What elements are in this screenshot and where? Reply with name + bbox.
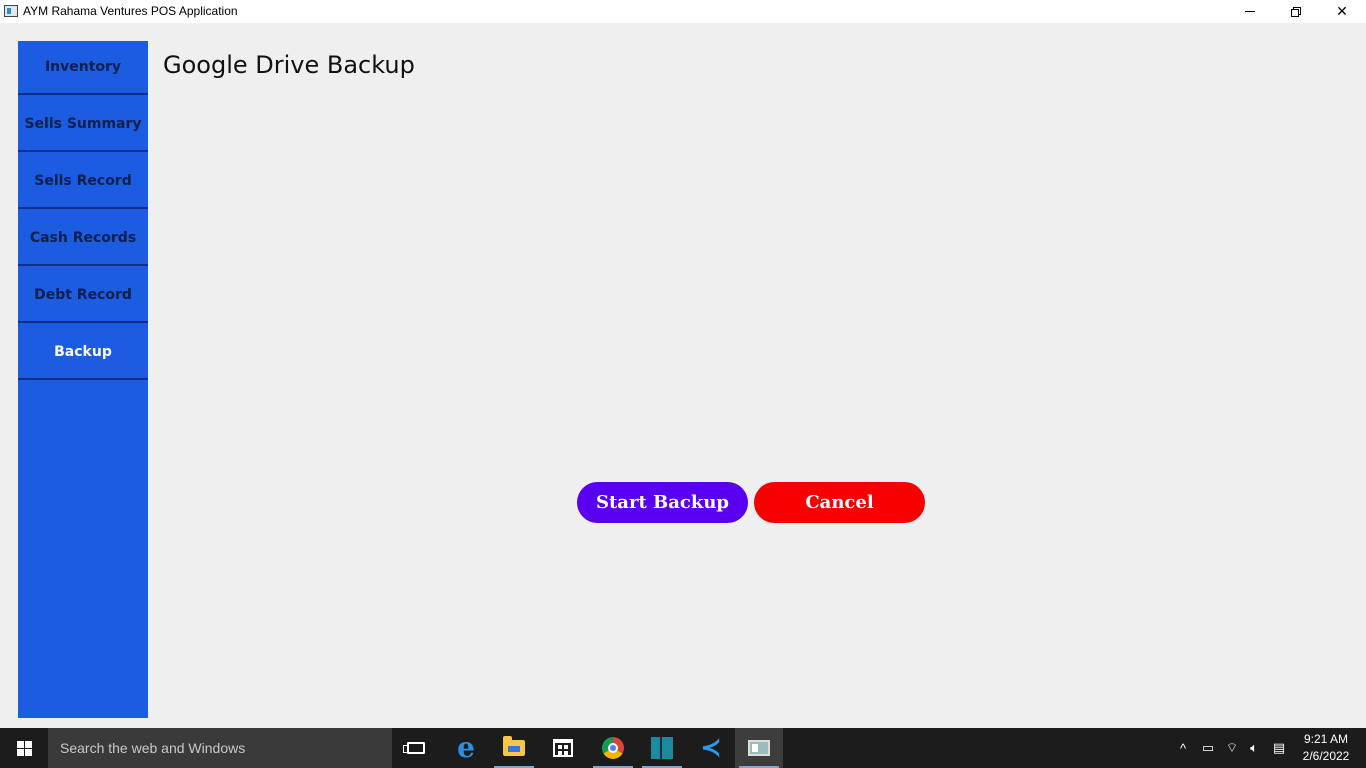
app-window-icon (4, 5, 18, 17)
speaker-icon: 🔈︎ (1250, 740, 1258, 755)
cancel-button[interactable]: Cancel (754, 482, 925, 523)
file-explorer-icon (503, 736, 525, 756)
minimize-icon (1245, 11, 1255, 12)
pos-app-icon (748, 740, 770, 756)
pos-app-button[interactable] (735, 728, 783, 768)
clock-date: 2/6/2022 (1302, 749, 1350, 763)
edge-button[interactable]: e (442, 728, 490, 768)
chrome-icon (602, 737, 624, 759)
sidebar-item-backup[interactable]: Backup (18, 326, 148, 380)
chevron-up-icon: ^ (1179, 740, 1187, 756)
action-center-button[interactable]: ▤ (1269, 728, 1289, 768)
file-explorer-button[interactable] (490, 728, 538, 768)
sidebar-item-cash-records[interactable]: Cash Records (18, 212, 148, 266)
sidebar-item-sells-record[interactable]: Sells Record (18, 155, 148, 209)
edge-icon: e (457, 731, 475, 764)
taskbar-clock[interactable]: 9:21 AM 2/6/2022 (1298, 731, 1354, 765)
vscode-button[interactable]: ≺ (687, 728, 735, 768)
app-client-area: Inventory Sells Summary Sells Record Cas… (0, 23, 1366, 728)
title-bar: AYM Rahama Ventures POS Application ✕ (0, 0, 1366, 23)
sidebar-item-inventory[interactable]: Inventory (18, 41, 148, 95)
window-title: AYM Rahama Ventures POS Application (23, 4, 238, 18)
restore-icon (1291, 6, 1301, 17)
sidebar: Inventory Sells Summary Sells Record Cas… (18, 41, 148, 718)
close-button[interactable]: ✕ (1319, 0, 1365, 23)
task-view-icon (403, 742, 425, 754)
sidebar-item-debt-record[interactable]: Debt Record (18, 269, 148, 323)
page-title: Google Drive Backup (163, 51, 415, 79)
battery-icon: ▭ (1201, 740, 1215, 755)
network-button[interactable]: ⌔ (1222, 728, 1242, 768)
show-hidden-icons-button[interactable]: ^ (1174, 728, 1192, 768)
sidebar-item-sells-summary[interactable]: Sells Summary (18, 98, 148, 152)
volume-button[interactable]: 🔈︎ (1245, 728, 1263, 768)
restore-button[interactable] (1273, 0, 1319, 23)
vscode-icon: ≺ (700, 733, 722, 763)
store-icon (553, 739, 573, 757)
task-view-button[interactable] (392, 728, 440, 768)
store-button[interactable] (539, 728, 587, 768)
battery-button[interactable]: ▭ (1198, 728, 1218, 768)
start-backup-button[interactable]: Start Backup (577, 482, 748, 523)
windows-start-icon (16, 740, 32, 756)
chrome-button[interactable] (589, 728, 637, 768)
wifi-icon: ⌔ (1225, 740, 1239, 755)
minimize-button[interactable] (1227, 0, 1273, 23)
notification-icon: ▤ (1272, 740, 1286, 755)
app-icon (651, 737, 673, 759)
start-button[interactable] (0, 728, 48, 768)
taskbar: Search the web and Windows e ≺ ^ ▭ ⌔ 🔈︎ … (0, 728, 1366, 768)
taskbar-search-input[interactable]: Search the web and Windows (48, 728, 392, 768)
clock-time: 9:21 AM (1303, 732, 1349, 746)
close-icon: ✕ (1336, 3, 1348, 19)
teal-app-button[interactable] (638, 728, 686, 768)
